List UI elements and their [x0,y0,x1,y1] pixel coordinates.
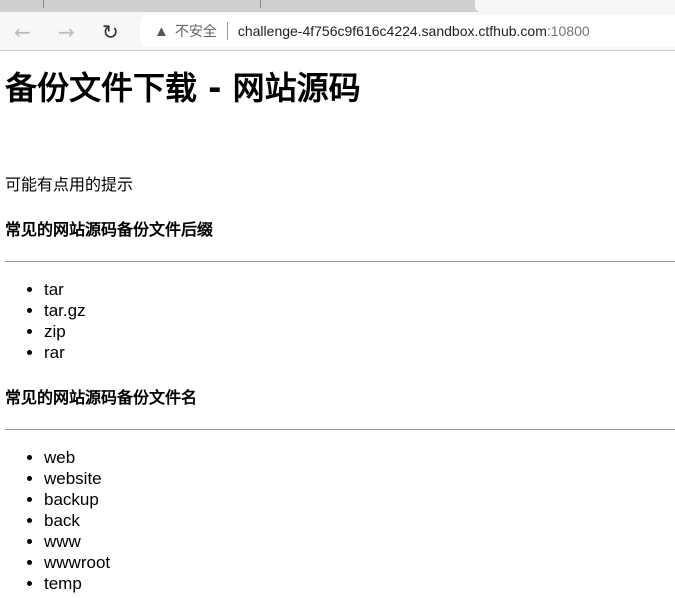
list-item: tar [44,279,670,300]
suffix-heading: 常见的网站源码备份文件后缀 [5,222,214,239]
divider [5,261,675,262]
address-bar[interactable]: ▲ 不安全 challenge-4f756c9f616c4224.sandbox… [140,15,675,47]
page-content: 备份文件下载 - 网站源码 可能有点用的提示 常见的网站源码备份文件后缀 tar… [0,63,675,594]
list-item: website [44,468,670,489]
list-item: back [44,510,670,531]
url-port[interactable]: :10800 [547,23,590,39]
list-item: tar.gz [44,300,670,321]
divider [5,429,675,430]
url-host[interactable]: challenge-4f756c9f616c4224.sandbox.ctfhu… [238,23,547,39]
page-title: 备份文件下载 - 网站源码 [5,69,361,107]
list-item: temp [44,573,670,594]
active-tab[interactable] [475,0,675,12]
tab-strip [0,0,675,12]
security-label[interactable]: 不安全 [175,21,217,41]
reload-icon[interactable]: ↻ [102,20,119,44]
name-list: web website backup back www wwwroot temp [5,447,670,594]
list-item: backup [44,489,670,510]
divider [226,22,228,40]
browser-toolbar: ← → ↻ ▲ 不安全 challenge-4f756c9f616c4224.s… [0,12,675,51]
tab-separator [43,0,44,8]
back-icon[interactable]: ← [14,20,31,44]
name-heading: 常见的网站源码备份文件名 [5,390,198,407]
list-item: www [44,531,670,552]
warning-icon[interactable]: ▲ [154,23,169,40]
hint-text: 可能有点用的提示 [5,177,134,194]
list-item: web [44,447,670,468]
list-item: rar [44,342,670,363]
forward-icon[interactable]: → [58,20,75,44]
list-item: zip [44,321,670,342]
tab-separator [260,0,261,8]
list-item: wwwroot [44,552,670,573]
suffix-list: tar tar.gz zip rar [5,279,670,363]
